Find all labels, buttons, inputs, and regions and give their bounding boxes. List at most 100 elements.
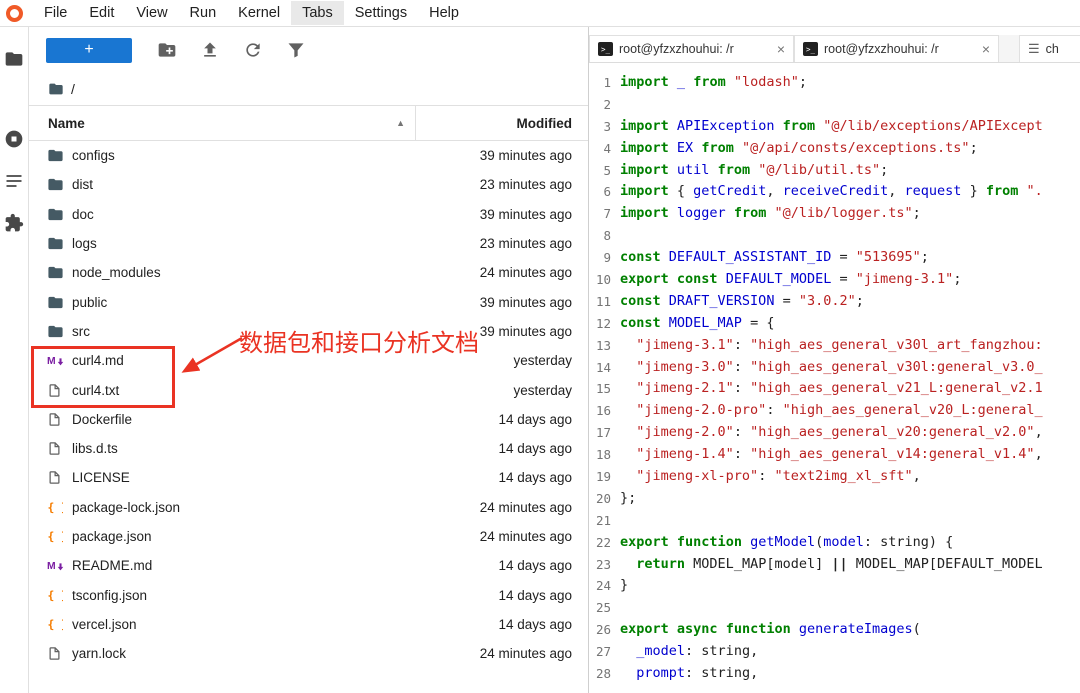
folder-file-icon [47,147,65,164]
line-number: 19 [589,466,620,488]
breadcrumb[interactable]: / [29,73,588,105]
file-row-package.json[interactable]: { }package.json24 minutes ago [29,522,588,551]
file-row-tsconfig.json[interactable]: { }tsconfig.json14 days ago [29,580,588,609]
code-text: "jimeng-2.1": "high_aes_general_v21_L:ge… [620,378,1043,400]
menu-item-file[interactable]: File [33,1,78,25]
new-launcher-button[interactable]: + [46,38,132,63]
menu-item-run[interactable]: Run [179,1,228,25]
file-row-package-lock.json[interactable]: { }package-lock.json24 minutes ago [29,493,588,522]
menu-item-settings[interactable]: Settings [344,1,418,25]
file-modified: 24 minutes ago [480,529,588,544]
refresh-icon[interactable] [243,40,263,60]
new-folder-icon[interactable] [157,40,177,60]
file-name: curl4.txt [72,383,119,398]
file-modified: 14 days ago [498,470,588,485]
menu-item-kernel[interactable]: Kernel [227,1,291,25]
column-header-name[interactable]: Name [29,116,85,131]
file-row-logs[interactable]: logs23 minutes ago [29,229,588,258]
code-line-2: 2 [589,94,1080,116]
code-line-11: 11const DRAFT_VERSION = "3.0.2"; [589,291,1080,313]
table-of-contents-icon[interactable] [4,171,24,191]
file-name: tsconfig.json [72,588,147,603]
folder-file-icon [47,235,65,252]
file-row-Dockerfile[interactable]: Dockerfile 14 days ago [29,405,588,434]
editor-tab-3[interactable]: ☰ch [1019,35,1080,62]
file-row-src[interactable]: src39 minutes ago [29,317,588,346]
file-modified: 39 minutes ago [480,295,588,310]
line-number: 24 [589,575,620,597]
file-row-README.md[interactable]: MREADME.md14 days ago [29,551,588,580]
sort-ascending-icon[interactable]: ▲ [396,118,405,128]
file-row-yarn.lock[interactable]: yarn.lock24 minutes ago [29,639,588,668]
file-row-LICENSE[interactable]: LICENSE14 days ago [29,463,588,492]
close-icon[interactable]: × [982,42,990,56]
menu-item-view[interactable]: View [125,1,178,25]
code-line-19: 19 "jimeng-xl-pro": "text2img_xl_sft", [589,466,1080,488]
line-number: 7 [589,203,620,225]
filter-icon[interactable] [286,40,306,60]
file-modified: 14 days ago [498,558,588,573]
file-modified: 14 days ago [498,617,588,632]
menu-bar: FileEditViewRunKernelTabsSettingsHelp [0,0,1080,27]
terminal-icon: >_ [598,42,613,56]
folder-icon[interactable] [4,49,24,69]
file-name: package.json [72,529,152,544]
code-line-20: 20}; [589,488,1080,510]
code-text: import logger from "@/lib/logger.ts"; [620,203,921,225]
line-number: 1 [589,72,620,94]
activity-bar [0,27,29,693]
file-file-icon [47,470,65,485]
menu-item-help[interactable]: Help [418,1,470,25]
file-row-libs.d.ts[interactable]: libs.d.ts 14 days ago [29,434,588,463]
extensions-icon[interactable] [4,213,24,233]
file-modified: 14 days ago [498,412,588,427]
file-modified: 23 minutes ago [480,236,588,251]
file-name: src [72,324,90,339]
breadcrumb-path: / [71,81,75,97]
code-text: export async function generateImages( [620,619,921,641]
editor-tab-2[interactable]: >_root@yfzxzhouhui: /r× [794,35,999,62]
file-name: Dockerfile [72,412,132,427]
code-editor[interactable]: 1import _ from "lodash";23import APIExce… [589,63,1080,693]
file-row-configs[interactable]: configs39 minutes ago [29,141,588,170]
code-line-13: 13 "jimeng-3.1": "high_aes_general_v30l_… [589,335,1080,357]
column-header-modified[interactable]: Modified [416,116,588,131]
home-folder-icon[interactable] [48,81,64,97]
file-row-curl4.md[interactable]: Mcurl4.mdyesterday [29,346,588,375]
running-sessions-icon[interactable] [4,129,24,149]
markdown-file-icon: M [47,353,65,368]
file-row-vercel.json[interactable]: { } vercel.json 14 days ago [29,610,588,639]
code-line-16: 16 "jimeng-2.0-pro": "high_aes_general_v… [589,400,1080,422]
editor-tab-1[interactable]: >_ root@yfzxzhouhui: /r × [589,35,794,62]
code-line-24: 24} [589,575,1080,597]
file-row-doc[interactable]: doc39 minutes ago [29,200,588,229]
svg-text:{ }: { } [48,618,64,631]
file-name: dist [72,177,93,192]
close-icon[interactable]: × [777,42,785,56]
tab-label: root@yfzxzhouhui: /r [619,42,734,56]
menu-item-tabs[interactable]: Tabs [291,1,344,25]
code-text: "jimeng-xl-pro": "text2img_xl_sft", [620,466,921,488]
file-browser-panel: + / Name ▲ Modified co [29,27,589,693]
upload-icon[interactable] [200,40,220,60]
file-file-icon [47,383,65,398]
file-row-dist[interactable]: dist23 minutes ago [29,170,588,199]
code-text: } [620,575,628,597]
file-modified: 14 days ago [498,441,588,456]
file-row-node_modules[interactable]: node_modules24 minutes ago [29,258,588,287]
code-line-15: 15 "jimeng-2.1": "high_aes_general_v21_L… [589,378,1080,400]
menu-item-edit[interactable]: Edit [78,1,125,25]
file-name: vercel.json [72,617,137,632]
file-name: node_modules [72,265,161,280]
folder-file-icon [47,264,65,281]
line-number: 20 [589,488,620,510]
code-line-25: 25 [589,597,1080,619]
code-line-22: 22export function getModel(model: string… [589,532,1080,554]
file-row-public[interactable]: public39 minutes ago [29,287,588,316]
tab-label: root@yfzxzhouhui: /r [824,42,939,56]
line-number: 23 [589,554,620,576]
file-row-curl4.txt[interactable]: curl4.txtyesterday [29,375,588,404]
svg-text:{ }: { } [48,589,64,602]
file-name: libs.d.ts [72,441,118,456]
file-file-icon [47,646,65,661]
